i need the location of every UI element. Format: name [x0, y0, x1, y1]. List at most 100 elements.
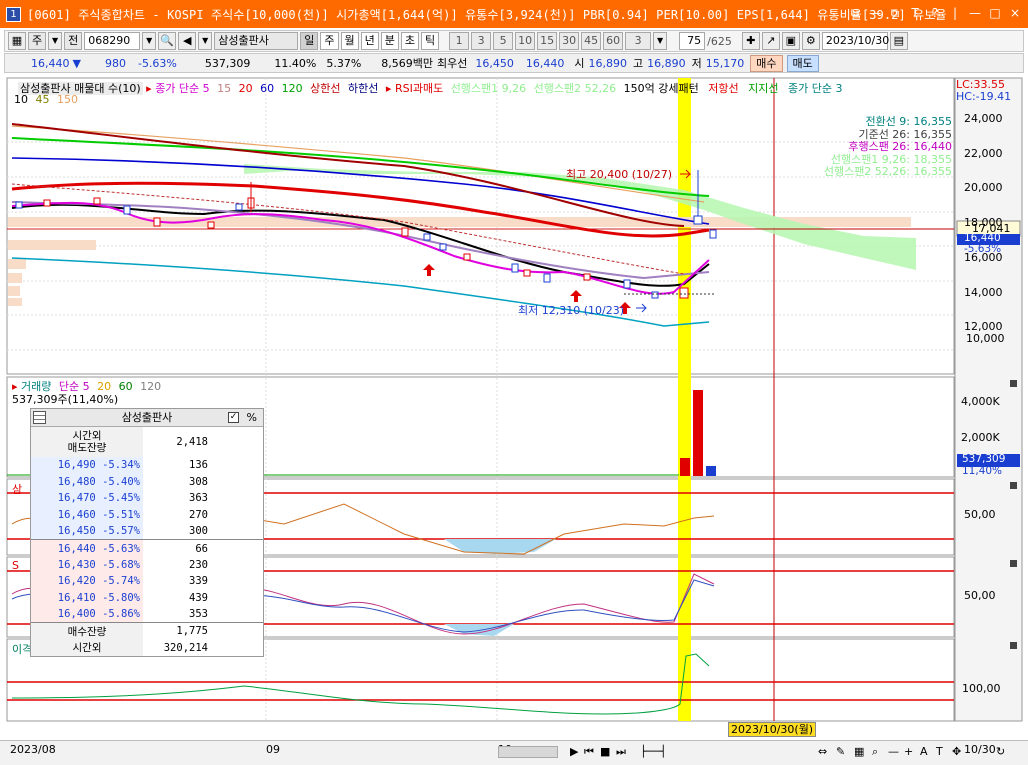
- period-week-tab[interactable]: 주: [320, 32, 339, 50]
- legend-ma5[interactable]: 종가 단순 5: [155, 82, 209, 95]
- legend-ma150[interactable]: 150: [57, 93, 78, 106]
- legend-ma15[interactable]: 15: [217, 82, 231, 95]
- pane4-label[interactable]: S: [12, 559, 19, 572]
- zoom-slider[interactable]: ├──┤: [640, 745, 667, 758]
- legend-resistance[interactable]: 저항선: [708, 82, 738, 95]
- bid-row[interactable]: 16,410 -5.80% 439: [31, 589, 263, 607]
- ask-row[interactable]: 16,490 -5.34% 136: [31, 457, 263, 474]
- pin-icon[interactable]: ⧉: [848, 6, 862, 20]
- close-button[interactable]: ×: [1008, 6, 1022, 20]
- code-dropdown-icon[interactable]: ▼: [142, 32, 157, 50]
- zoom-out-icon[interactable]: —: [888, 745, 899, 758]
- restore-pane-icon[interactable]: ⧉: [888, 6, 902, 20]
- minimize-button[interactable]: —: [968, 6, 982, 20]
- text-size-icon[interactable]: T: [936, 745, 943, 758]
- interval-1[interactable]: 1: [449, 32, 470, 50]
- zoom-icon[interactable]: ⌕: [872, 745, 878, 759]
- bid-row[interactable]: 16,420 -5.74% 339: [31, 573, 263, 590]
- grid-toggle-icon[interactable]: ▦: [854, 745, 864, 758]
- layout-icon[interactable]: ▦: [8, 32, 26, 50]
- zoom-in-icon[interactable]: +: [904, 745, 913, 758]
- skip-start-icon[interactable]: ⏮: [584, 745, 594, 759]
- legend-close3[interactable]: 종가 단순 3: [788, 82, 842, 95]
- ask-row[interactable]: 16,480 -5.40% 308: [31, 473, 263, 491]
- interval-45[interactable]: 45: [581, 32, 602, 50]
- ask-row[interactable]: 16,460 -5.51% 270: [31, 506, 263, 524]
- gear-icon[interactable]: ⚙: [801, 32, 820, 50]
- ask-row[interactable]: 16,450 -5.57% 300: [31, 523, 263, 540]
- legend-vol-ma60[interactable]: 60: [119, 380, 133, 393]
- legend-vol-ma120[interactable]: 120: [140, 380, 161, 393]
- price-tick: 14,000: [964, 285, 1003, 299]
- draw-tool-icon[interactable]: ↗: [761, 32, 780, 50]
- period-tick-tab[interactable]: 틱: [421, 32, 440, 50]
- stock-code-input[interactable]: 068290: [84, 32, 141, 50]
- speaker-icon[interactable]: ◀: [178, 32, 197, 50]
- pane4-tick: 50,00: [964, 589, 996, 602]
- font-icon[interactable]: T: [908, 6, 922, 20]
- legend-support[interactable]: 지지선: [748, 82, 778, 95]
- order-book-panel[interactable]: 삼성출판사 ✓ % 시간외 매도잔량 2,418 16,490 -5.34% 1…: [30, 408, 264, 657]
- legend-ma120[interactable]: 120: [282, 82, 303, 95]
- legend-ma60[interactable]: 60: [260, 82, 274, 95]
- calendar-icon[interactable]: ▤: [889, 32, 908, 50]
- pct-checkbox[interactable]: ✓: [228, 412, 239, 423]
- interval-15[interactable]: 15: [537, 32, 558, 50]
- ruler-icon[interactable]: ⇔: [818, 745, 827, 758]
- legend-span2[interactable]: 선행스팬2 52,26: [534, 82, 616, 95]
- price-tick: 20,000: [964, 181, 1003, 195]
- save-icon[interactable]: ▣: [781, 32, 800, 50]
- stop-icon[interactable]: ■: [600, 745, 610, 758]
- interval-10[interactable]: 10: [515, 32, 536, 50]
- bid-row[interactable]: 16,440 -5.63% 66: [31, 539, 263, 557]
- legend-ma10[interactable]: 10: [14, 93, 28, 106]
- interval-value-input[interactable]: 3: [625, 32, 652, 50]
- period-minute-tab[interactable]: 분: [380, 32, 399, 50]
- crosshair-icon[interactable]: ✚: [741, 32, 760, 50]
- interval-5[interactable]: 5: [493, 32, 514, 50]
- legend-pattern[interactable]: 150억 강세패턴: [624, 82, 699, 95]
- bid-price: 16,410: [57, 592, 96, 605]
- buy-button[interactable]: 매수: [750, 54, 783, 72]
- count-input[interactable]: 75: [679, 32, 706, 50]
- legend-upper[interactable]: 상한선: [310, 82, 340, 95]
- period-second-tab[interactable]: 초: [400, 32, 419, 50]
- ask-pct: -5.34%: [102, 459, 140, 472]
- scrollbar[interactable]: [498, 746, 558, 758]
- stock-name-field[interactable]: 삼성출판사: [214, 32, 299, 50]
- type-dropdown-icon[interactable]: ▼: [48, 32, 63, 50]
- minimize-pane-icon[interactable]: —: [868, 6, 882, 20]
- draw-icon[interactable]: ✎: [836, 745, 845, 758]
- bid-row[interactable]: 16,430 -5.68% 230: [31, 556, 263, 574]
- speaker-dropdown-icon[interactable]: ▼: [198, 32, 213, 50]
- type-select[interactable]: 주: [28, 32, 47, 50]
- date-input[interactable]: 2023/10/30: [821, 32, 889, 50]
- period-day-tab[interactable]: 일: [300, 32, 319, 50]
- bid-row[interactable]: 16,400 -5.86% 353: [31, 606, 263, 623]
- sell-button[interactable]: 매도: [786, 54, 819, 72]
- interval-30[interactable]: 30: [559, 32, 580, 50]
- refresh-icon[interactable]: ↻: [996, 745, 1005, 758]
- legend-ma20[interactable]: 20: [239, 82, 253, 95]
- period-year-tab[interactable]: 년: [360, 32, 379, 50]
- legend-rsi[interactable]: RSI과매도: [395, 82, 443, 95]
- legend-ma45[interactable]: 45: [36, 93, 50, 106]
- search-icon[interactable]: 🔍: [158, 32, 177, 50]
- ask-row[interactable]: 16,470 -5.45% 363: [31, 490, 263, 507]
- maximize-button[interactable]: □: [988, 6, 1002, 20]
- help-icon[interactable]: ?: [928, 6, 942, 20]
- period-month-tab[interactable]: 월: [340, 32, 359, 50]
- interval-60[interactable]: 60: [603, 32, 624, 50]
- legend-span1[interactable]: 선행스팬1 9,26: [451, 82, 526, 95]
- text-tool-icon[interactable]: A: [920, 745, 928, 758]
- move-icon[interactable]: ✥: [952, 745, 961, 758]
- interval-dropdown-icon[interactable]: ▼: [653, 32, 668, 50]
- interval-3[interactable]: 3: [471, 32, 492, 50]
- current-pct-label: -5.63%: [964, 243, 1002, 255]
- legend-lower[interactable]: 하한선: [348, 82, 378, 95]
- pane3-label[interactable]: 삼: [12, 481, 22, 497]
- grid-icon[interactable]: [33, 411, 46, 424]
- play-icon[interactable]: ▶: [570, 745, 578, 758]
- skip-end-icon[interactable]: ⏭: [616, 745, 626, 759]
- prev-button[interactable]: 전: [64, 32, 83, 50]
